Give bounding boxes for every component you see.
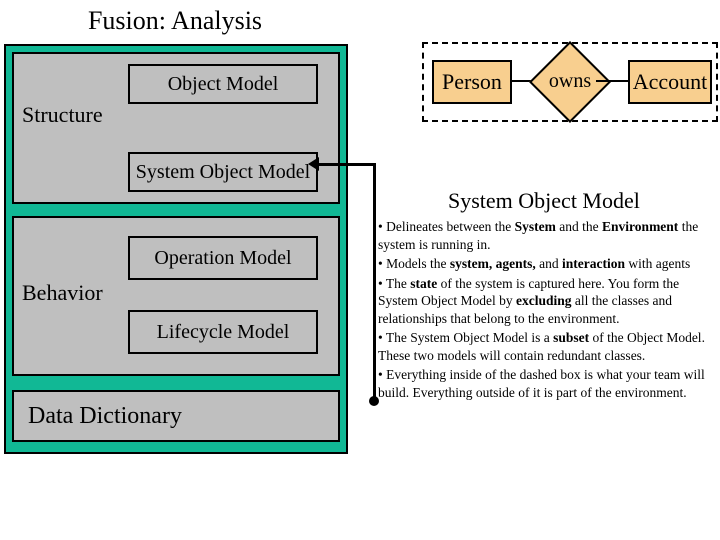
account-entity: Account (628, 60, 712, 104)
page-title: Fusion: Analysis (0, 0, 350, 40)
system-object-model-box: System Object Model (128, 152, 318, 192)
data-dictionary-box: Data Dictionary (12, 390, 340, 442)
owns-label: owns (541, 70, 599, 93)
structure-section: Structure Object Model System Object Mod… (12, 52, 340, 204)
left-panel: Structure Object Model System Object Mod… (4, 44, 348, 454)
arrow-segment (316, 163, 376, 166)
structure-label: Structure (22, 102, 103, 128)
connector-line (596, 80, 630, 82)
bullet-item: • Delineates between the System and the … (378, 218, 710, 253)
behavior-label: Behavior (22, 280, 103, 306)
arrow-segment (373, 163, 376, 401)
arrow-head-icon (308, 157, 319, 171)
operation-model-box: Operation Model (128, 236, 318, 280)
lifecycle-model-box: Lifecycle Model (128, 310, 318, 354)
behavior-section: Behavior Operation Model Lifecycle Model (12, 216, 340, 376)
object-model-box: Object Model (128, 64, 318, 104)
bullet-item: • Everything inside of the dashed box is… (378, 366, 710, 401)
description-body: • Delineates between the System and the … (378, 218, 710, 403)
person-entity: Person (432, 60, 512, 104)
bullet-item: • Models the system, agents, and interac… (378, 255, 710, 273)
description-heading: System Object Model (448, 188, 640, 214)
bullet-item: • The state of the system is captured he… (378, 275, 710, 328)
bullet-item: • The System Object Model is a subset of… (378, 329, 710, 364)
